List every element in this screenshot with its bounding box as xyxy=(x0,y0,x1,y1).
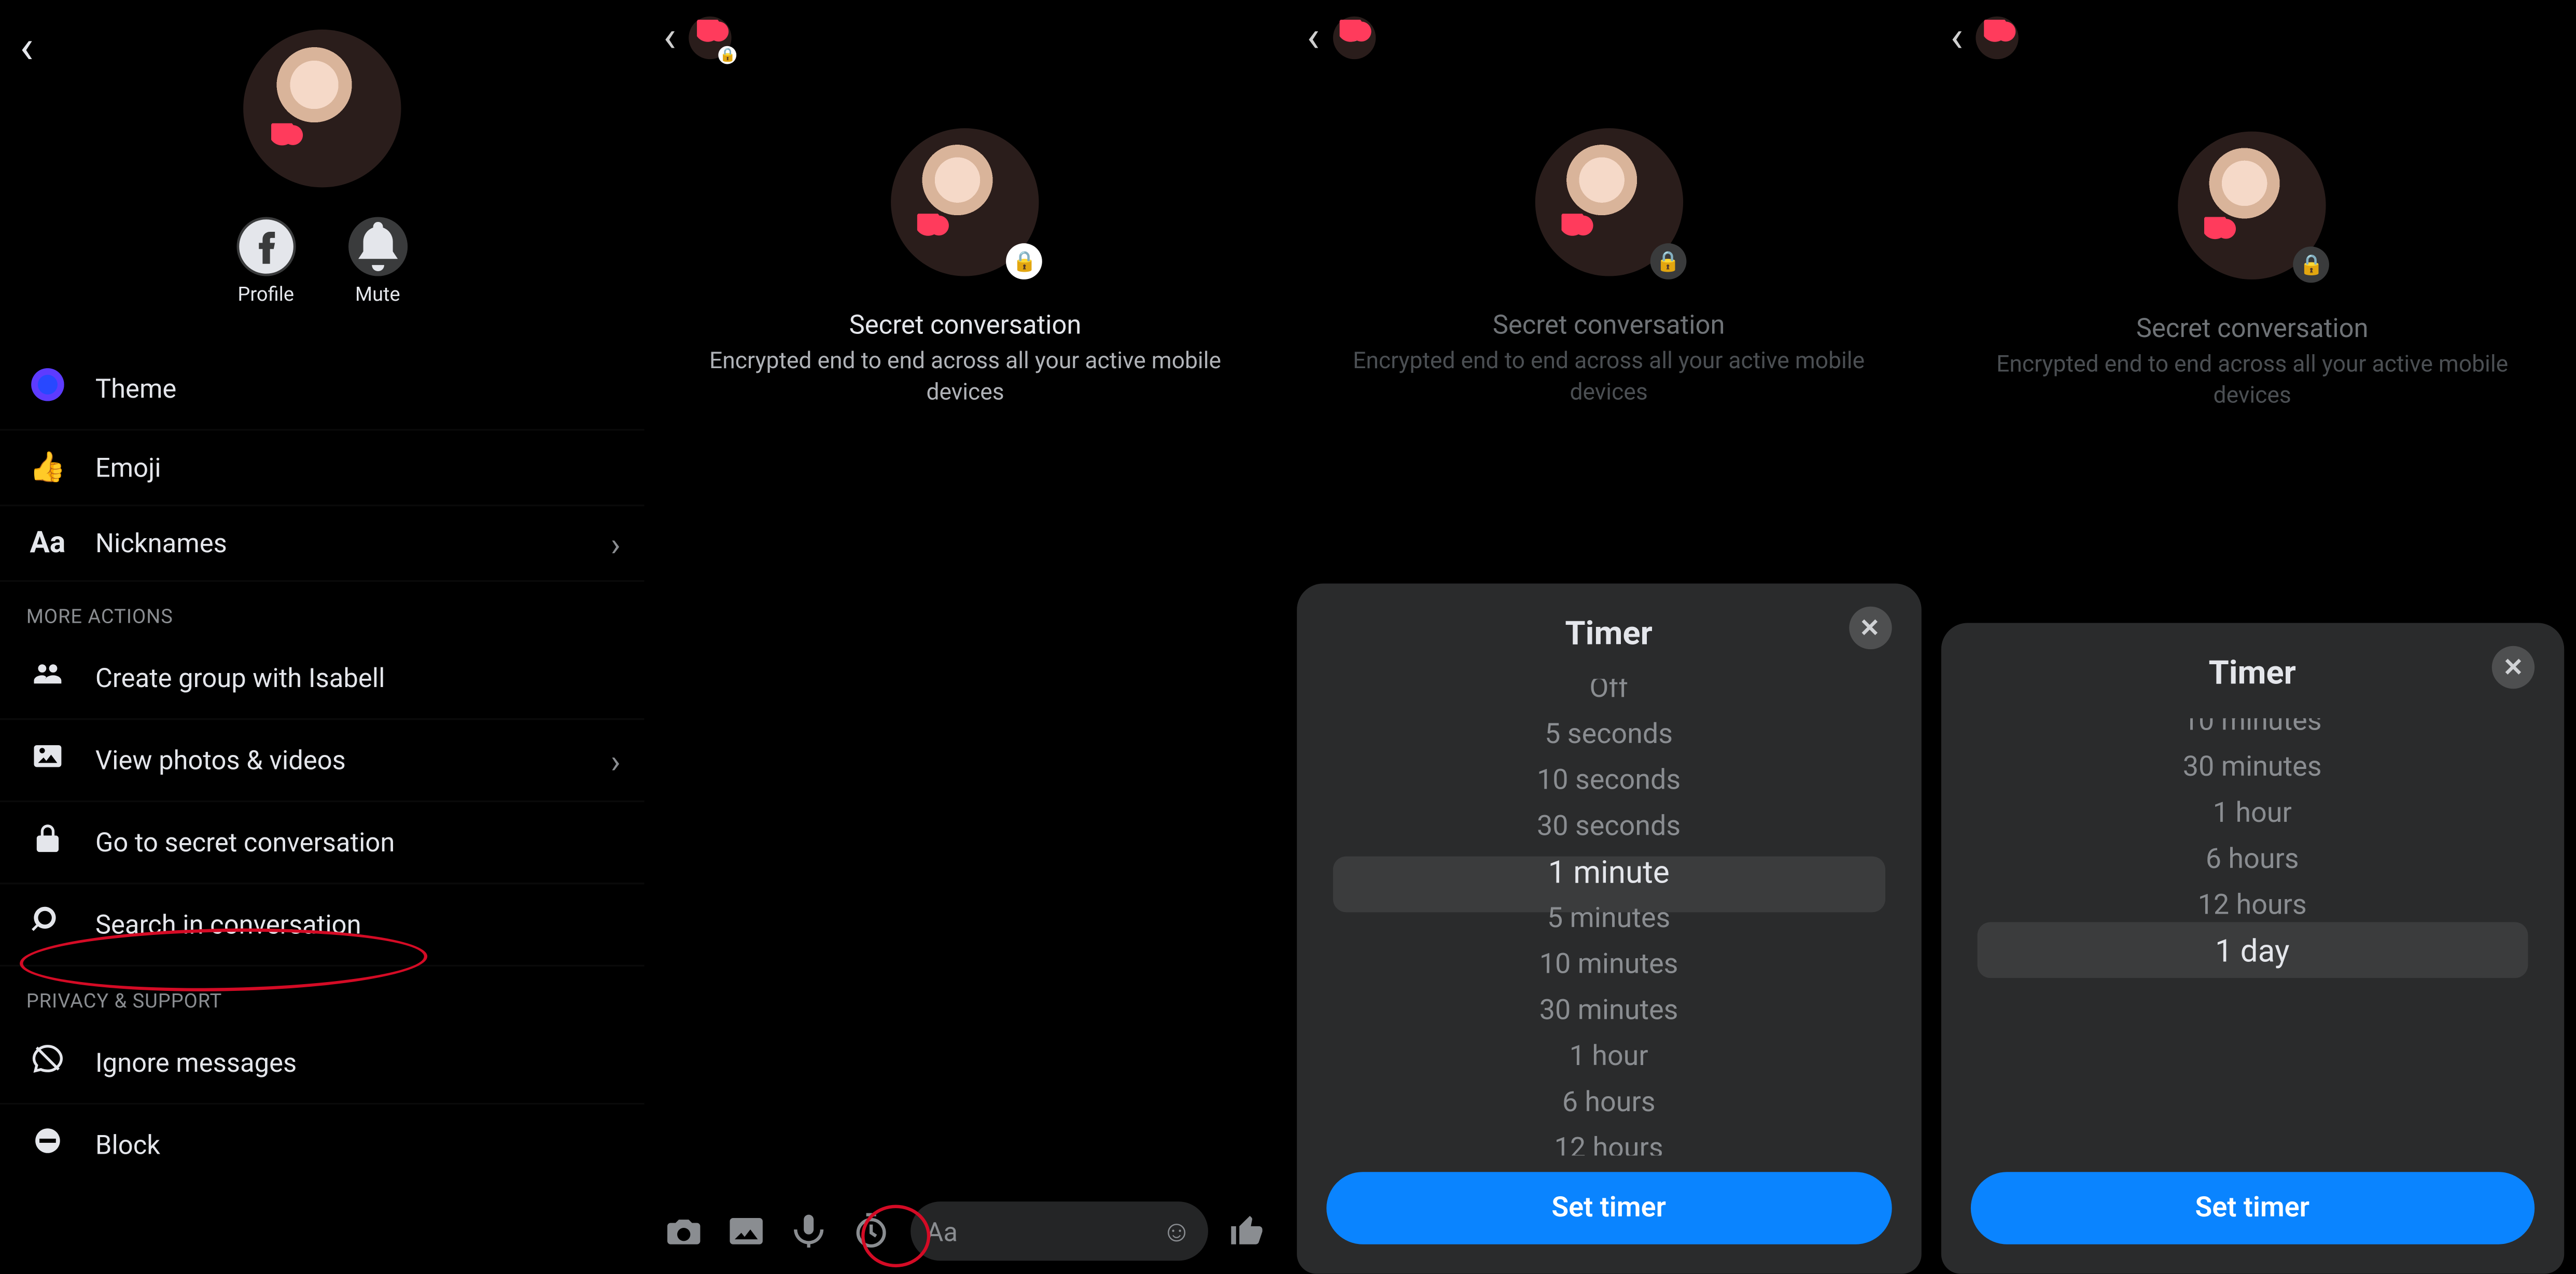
timer-option[interactable]: 6 hours xyxy=(2206,837,2299,883)
bell-icon xyxy=(348,217,407,276)
lock-badge-icon: 🔒 xyxy=(2293,247,2330,283)
menu-label: Theme xyxy=(95,373,176,404)
timer-option[interactable]: 10 minutes xyxy=(1539,942,1678,988)
lock-icon xyxy=(26,822,69,863)
secret-chat-panel: ‹ 🔒 🔒 Secret conversation Encrypted end … xyxy=(643,0,1287,1274)
timer-option[interactable]: Off xyxy=(1589,679,1628,711)
timer-panel-1min: ‹ 🔒 Secret conversation Encrypted end to… xyxy=(1287,0,1930,1274)
menu-search[interactable]: Search in conversation xyxy=(0,884,643,967)
menu-label: Ignore messages xyxy=(95,1047,297,1078)
composer-bar: Aa ☺ xyxy=(643,1201,1287,1261)
close-icon[interactable]: ✕ xyxy=(1849,607,1891,649)
timer-option[interactable]: 10 seconds xyxy=(1537,758,1681,804)
mic-icon[interactable] xyxy=(785,1208,831,1254)
menu-label: Block xyxy=(95,1129,160,1160)
avatar: 🔒 xyxy=(1535,128,1683,276)
header-avatar[interactable] xyxy=(1333,17,1375,59)
header-avatar[interactable]: 🔒 xyxy=(689,17,732,59)
timer-option[interactable]: 30 minutes xyxy=(2183,745,2322,791)
menu-nicknames[interactable]: Aa Nicknames › xyxy=(0,506,643,582)
menu-ignore[interactable]: Ignore messages xyxy=(0,1023,643,1105)
timer-panel-1day: ‹ 🔒 Secret conversation Encrypted end to… xyxy=(1930,0,2574,1274)
placeholder: Aa xyxy=(926,1215,958,1247)
chevron-right-icon: › xyxy=(611,524,621,563)
secret-subtitle: Encrypted end to end across all your act… xyxy=(1980,350,2525,412)
timer-option[interactable]: 12 hours xyxy=(1555,1126,1663,1155)
timer-option[interactable]: 5 minutes xyxy=(1547,896,1671,942)
block-icon xyxy=(26,1124,69,1165)
avatar[interactable] xyxy=(243,30,400,187)
avatar[interactable]: 🔒 xyxy=(891,128,1039,276)
menu-label: Go to secret conversation xyxy=(95,827,395,858)
back-icon[interactable]: ‹ xyxy=(1950,13,1963,62)
back-icon[interactable]: ‹ xyxy=(663,13,676,62)
timer-option[interactable]: 12 hours xyxy=(2198,883,2307,929)
emoji-picker-icon[interactable]: ☺ xyxy=(1161,1214,1192,1249)
timer-option[interactable]: 1 day xyxy=(2215,929,2290,975)
set-timer-button[interactable]: Set timer xyxy=(1970,1172,2535,1244)
thumbs-up-icon: 👍 xyxy=(26,451,69,485)
photo-icon xyxy=(26,740,69,781)
secret-title: Secret conversation xyxy=(1980,312,2525,343)
facebook-icon xyxy=(236,217,296,276)
lock-badge-icon: 🔒 xyxy=(1006,243,1043,279)
timer-option[interactable]: 10 minutes xyxy=(2183,718,2322,745)
timer-sheet: Timer ✕ Off5 seconds10 seconds30 seconds… xyxy=(1940,623,2564,1273)
mute-action[interactable]: Mute xyxy=(348,217,407,305)
menu-block[interactable]: Block xyxy=(0,1104,643,1185)
secret-title: Secret conversation xyxy=(1336,309,1881,340)
timer-wheel[interactable]: Off5 seconds10 seconds30 seconds1 minute… xyxy=(1970,718,2535,1155)
menu-create-group[interactable]: Create group with Isabell xyxy=(0,638,643,720)
close-icon[interactable]: ✕ xyxy=(2492,646,2535,689)
section-privacy: PRIVACY & SUPPORT xyxy=(0,967,643,1023)
menu-label: Nicknames xyxy=(95,528,227,559)
camera-icon[interactable] xyxy=(660,1208,706,1254)
menu-secret-conversation[interactable]: Go to secret conversation xyxy=(0,802,643,885)
secret-subtitle: Encrypted end to end across all your act… xyxy=(1336,347,1881,409)
timer-option[interactable]: 1 hour xyxy=(1570,1034,1648,1080)
header-avatar[interactable] xyxy=(1976,17,2019,59)
chevron-right-icon: › xyxy=(611,740,621,780)
sheet-title: Timer xyxy=(2208,652,2295,692)
menu-label: View photos & videos xyxy=(95,745,346,776)
timer-option[interactable]: 1 minute xyxy=(1548,850,1669,896)
menu-label: Create group with Isabell xyxy=(95,663,385,694)
ignore-icon xyxy=(26,1042,69,1083)
timer-icon[interactable] xyxy=(847,1208,893,1254)
timer-option[interactable]: 1 hour xyxy=(2213,791,2292,837)
menu-label: Emoji xyxy=(95,452,161,483)
group-icon xyxy=(26,657,69,698)
profile-label: Profile xyxy=(237,283,294,305)
profile-action[interactable]: Profile xyxy=(236,217,296,305)
secret-title: Secret conversation xyxy=(693,309,1238,340)
timer-option[interactable]: 6 hours xyxy=(1562,1080,1656,1126)
menu-theme[interactable]: Theme xyxy=(0,348,643,431)
aa-icon: Aa xyxy=(26,526,69,561)
settings-panel: ‹ Profile Mute Theme 👍 xyxy=(0,0,643,1274)
menu-emoji[interactable]: 👍 Emoji xyxy=(0,431,643,507)
sheet-title: Timer xyxy=(1565,613,1652,652)
timer-wheel[interactable]: Off5 seconds10 seconds30 seconds1 minute… xyxy=(1326,679,1891,1155)
mute-label: Mute xyxy=(355,283,400,305)
menu-label: Search in conversation xyxy=(95,909,361,940)
like-icon[interactable] xyxy=(1225,1208,1271,1254)
timer-option[interactable]: 30 minutes xyxy=(1539,988,1678,1034)
search-icon xyxy=(26,904,69,945)
message-input[interactable]: Aa ☺ xyxy=(910,1201,1208,1261)
menu-view-photos[interactable]: View photos & videos › xyxy=(0,720,643,802)
gallery-icon[interactable] xyxy=(722,1208,768,1254)
lock-badge-icon: 🔒 xyxy=(1650,243,1686,279)
set-timer-button[interactable]: Set timer xyxy=(1326,1172,1891,1244)
section-more-actions: MORE ACTIONS xyxy=(0,582,643,638)
timer-option[interactable]: 5 seconds xyxy=(1545,712,1673,758)
back-icon[interactable]: ‹ xyxy=(1307,13,1320,62)
secret-subtitle: Encrypted end to end across all your act… xyxy=(693,347,1238,409)
theme-icon xyxy=(26,368,69,409)
timer-option[interactable]: 30 seconds xyxy=(1537,804,1681,850)
avatar: 🔒 xyxy=(2178,132,2326,279)
timer-sheet: Timer ✕ Off5 seconds10 seconds30 seconds… xyxy=(1297,583,1921,1273)
back-icon[interactable]: ‹ xyxy=(20,20,34,74)
